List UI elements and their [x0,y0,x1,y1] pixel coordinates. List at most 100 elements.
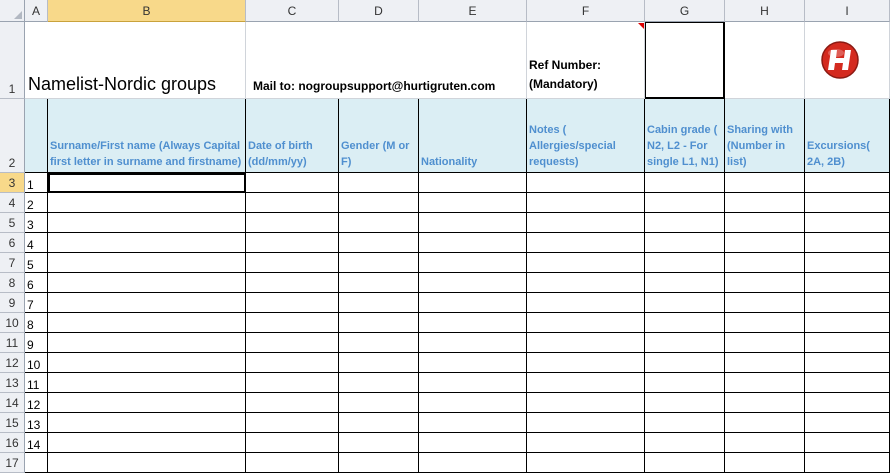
row-number-10[interactable]: 10 [25,353,48,373]
cell-e5[interactable] [419,213,527,233]
row-header-4[interactable]: 4 [0,193,25,213]
row-header-9[interactable]: 9 [0,293,25,313]
cell-g11[interactable] [645,333,725,353]
cell-f4[interactable] [527,193,645,213]
cell-c12[interactable] [246,353,339,373]
header-name[interactable]: Surname/First name (Always Capital first… [48,99,246,173]
cell-f3[interactable] [527,173,645,193]
header-gender[interactable]: Gender (M or F) [339,99,419,173]
cell-g5[interactable] [645,213,725,233]
cell-e4[interactable] [419,193,527,213]
header-notes[interactable]: Notes ( Allergies/special requests) [527,99,645,173]
cell-c6[interactable] [246,233,339,253]
cell-f15[interactable] [527,413,645,433]
cell-b15[interactable] [48,413,246,433]
cell-d16[interactable] [339,433,419,453]
cell-i12[interactable] [805,353,890,373]
row-number-4[interactable]: 4 [25,233,48,253]
cell-d12[interactable] [339,353,419,373]
cell-b14[interactable] [48,393,246,413]
cell-e11[interactable] [419,333,527,353]
cell-d15[interactable] [339,413,419,433]
column-header-i[interactable]: I [805,0,890,22]
cell-i13[interactable] [805,373,890,393]
cell-b10[interactable] [48,313,246,333]
row-number-6[interactable]: 6 [25,273,48,293]
cell-d5[interactable] [339,213,419,233]
cell-e10[interactable] [419,313,527,333]
cell-d8[interactable] [339,273,419,293]
cell-i10[interactable] [805,313,890,333]
cell-f11[interactable] [527,333,645,353]
cell-g12[interactable] [645,353,725,373]
cell-i7[interactable] [805,253,890,273]
row-number-12[interactable]: 12 [25,393,48,413]
row-header-8[interactable]: 8 [0,273,25,293]
cell-g10[interactable] [645,313,725,333]
cell-i16[interactable] [805,433,890,453]
cell-d10[interactable] [339,313,419,333]
cell-e12[interactable] [419,353,527,373]
cell-g14[interactable] [645,393,725,413]
cell-e16[interactable] [419,433,527,453]
cell-e6[interactable] [419,233,527,253]
cell-f14[interactable] [527,393,645,413]
cell-c5[interactable] [246,213,339,233]
cell-i17[interactable] [805,453,890,473]
cell-h5[interactable] [725,213,805,233]
cell-h4[interactable] [725,193,805,213]
cell-h12[interactable] [725,353,805,373]
cell-d6[interactable] [339,233,419,253]
cell-e15[interactable] [419,413,527,433]
cell-d14[interactable] [339,393,419,413]
cell-b6[interactable] [48,233,246,253]
cell-h3[interactable] [725,173,805,193]
cell-i11[interactable] [805,333,890,353]
cell-c13[interactable] [246,373,339,393]
row-header-3[interactable]: 3 [0,173,25,193]
cell-c14[interactable] [246,393,339,413]
cell-h17[interactable] [725,453,805,473]
row-header-7[interactable]: 7 [0,253,25,273]
header-sharing-with[interactable]: Sharing with (Number in list) [725,99,805,173]
column-header-h[interactable]: H [725,0,805,22]
column-header-e[interactable]: E [419,0,527,22]
row-number-3[interactable]: 3 [25,213,48,233]
row-header-17[interactable]: 17 [0,453,25,473]
cell-i14[interactable] [805,393,890,413]
cell-h11[interactable] [725,333,805,353]
row-header-15[interactable]: 15 [0,413,25,433]
cell-e7[interactable] [419,253,527,273]
cell-c16[interactable] [246,433,339,453]
cell-h1[interactable] [725,22,805,99]
row-header-16[interactable]: 16 [0,433,25,453]
row-header-1[interactable]: 1 [0,22,25,99]
cell-c9[interactable] [246,293,339,313]
row-number-5[interactable]: 5 [25,253,48,273]
cell-d11[interactable] [339,333,419,353]
row-header-5[interactable]: 5 [0,213,25,233]
sheet-title[interactable]: Namelist-Nordic groups [25,22,246,99]
mail-instruction[interactable]: Mail to: nogroupsupport@hurtigruten.com [246,22,527,99]
cell-b3[interactable] [48,173,246,193]
cell-i4[interactable] [805,193,890,213]
row-number-2[interactable]: 2 [25,193,48,213]
cell-g13[interactable] [645,373,725,393]
row-number-1[interactable]: 1 [25,173,48,193]
row-header-6[interactable]: 6 [0,233,25,253]
cell-d9[interactable] [339,293,419,313]
row-number-14[interactable]: 14 [25,433,48,453]
cell-h16[interactable] [725,433,805,453]
cell-g15[interactable] [645,413,725,433]
cell-e3[interactable] [419,173,527,193]
cell-f5[interactable] [527,213,645,233]
column-header-a[interactable]: A [25,0,48,22]
cell-e14[interactable] [419,393,527,413]
row-header-2[interactable]: 2 [0,99,25,173]
column-header-b[interactable]: B [48,0,246,22]
cell-a17[interactable] [25,453,48,473]
cell-f16[interactable] [527,433,645,453]
row-number-8[interactable]: 8 [25,313,48,333]
cell-b16[interactable] [48,433,246,453]
cell-h6[interactable] [725,233,805,253]
